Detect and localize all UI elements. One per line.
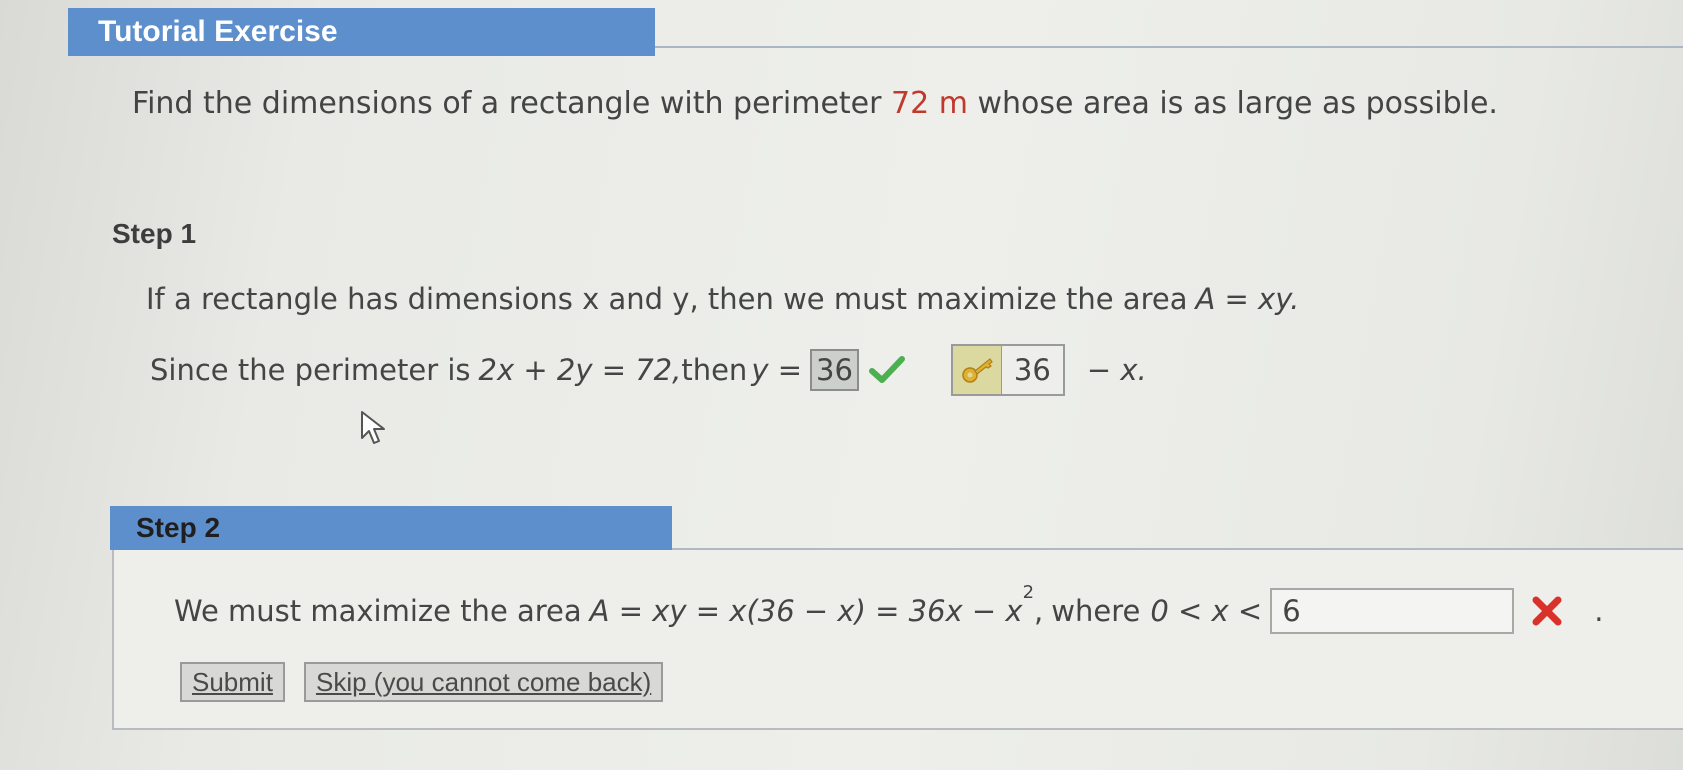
question-suffix: whose area is as large as possible. [967, 86, 1498, 121]
step1-line1: If a rectangle has dimensions x and y, t… [146, 282, 1299, 316]
sentence-period: . [1594, 594, 1604, 628]
then-text: then [681, 353, 748, 387]
minus-x: − x. [1086, 353, 1147, 387]
tutorial-header: Tutorial Exercise [68, 8, 655, 56]
step1-line1-text: If a rectangle has dimensions x and y, t… [146, 282, 1188, 316]
correct-answer-key[interactable]: 36 [950, 344, 1065, 396]
skip-button[interactable]: Skip (you cannot come back) [304, 662, 664, 702]
mouse-cursor-icon [361, 411, 385, 444]
key-icon [962, 358, 993, 383]
upper-bound-input[interactable]: 6 [1270, 588, 1515, 634]
step2-header: Step 2 [110, 506, 672, 550]
step2-label: Step 2 [136, 512, 221, 543]
question-text: Find the dimensions of a rectangle with … [132, 86, 1498, 121]
exponent: 2 [1022, 582, 1035, 603]
perimeter-prefix: Since the perimeter is [150, 353, 471, 387]
x-mark-icon [1532, 596, 1562, 626]
perimeter-equation: 2x + 2y = 72, [478, 353, 682, 387]
where-text: where [1051, 594, 1141, 628]
area-formula: A = xy. [1195, 282, 1300, 316]
check-icon [868, 356, 905, 383]
header-divider [655, 46, 1683, 48]
page-title: Tutorial Exercise [98, 15, 338, 48]
submit-button[interactable]: Submit [180, 662, 285, 702]
question-prefix: Find the dimensions of a rectangle with … [132, 86, 891, 121]
key-icon-cell[interactable] [952, 346, 1002, 394]
submitted-answer-box: 36 [810, 349, 859, 391]
step2-panel [112, 550, 1683, 730]
perimeter-value: 72 m [891, 86, 968, 121]
correct-answer-value: 36 [1001, 346, 1063, 394]
step2-line: We must maximize the area A = xy = x(36 … [174, 582, 1604, 636]
maximize-formula: A = xy = x(36 − x) = 36x − x [589, 594, 1023, 628]
y-equals: y = [751, 353, 803, 387]
inequality: 0 < x < [1150, 594, 1263, 628]
step1-label: Step 1 [112, 218, 197, 249]
step1-line2: Since the perimeter is 2x + 2y = 72, the… [150, 342, 1147, 398]
step2-prefix: We must maximize the area [174, 594, 582, 628]
formula-comma: , [1034, 594, 1044, 628]
